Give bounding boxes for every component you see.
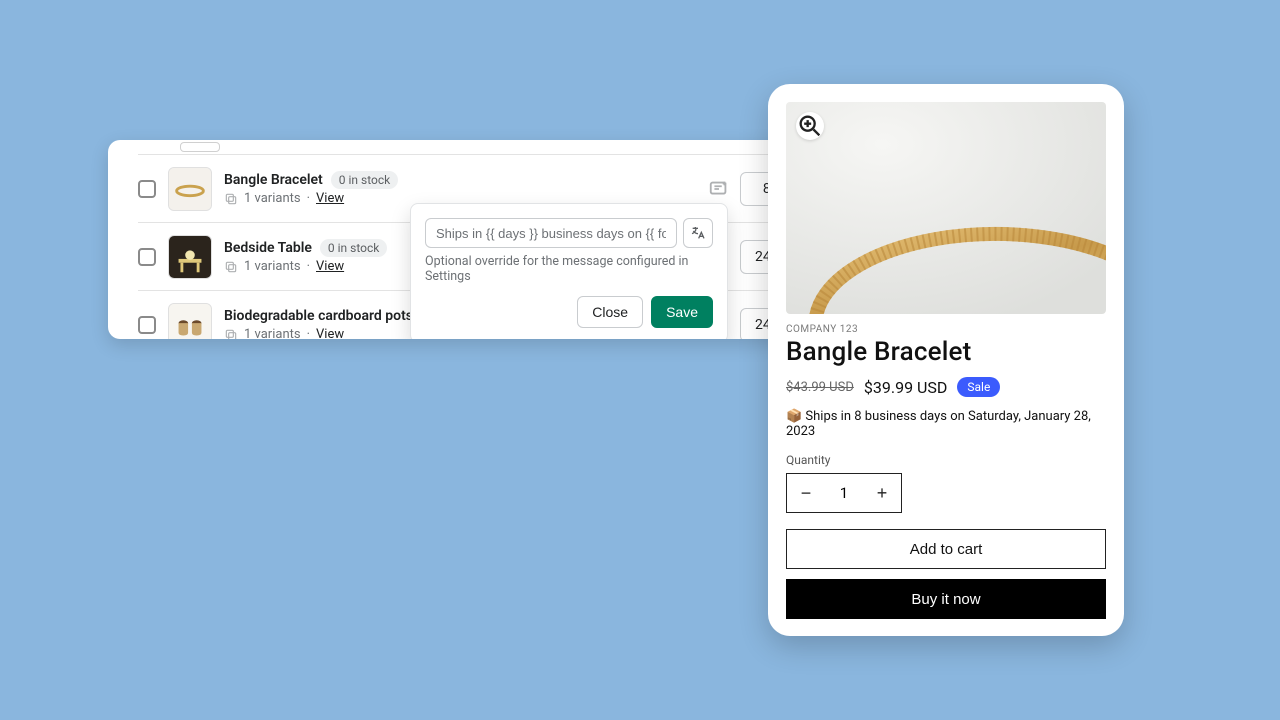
message-override-popover: Optional override for the message config… (410, 203, 728, 339)
popover-help-text: Optional override for the message config… (425, 254, 713, 284)
add-to-cart-button[interactable]: Add to cart (786, 529, 1106, 569)
product-hero-image (786, 102, 1106, 314)
buy-now-button[interactable]: Buy it now (786, 579, 1106, 619)
stock-badge: 0 in stock (331, 171, 398, 189)
product-name: Biodegradable cardboard pots (224, 308, 413, 324)
select-checkbox[interactable] (138, 180, 156, 198)
view-link[interactable]: View (316, 191, 344, 206)
separator-dot: · (307, 259, 310, 274)
variants-text: 1 variants (244, 259, 301, 274)
variants-text: 1 variants (244, 191, 301, 206)
brand-label: COMPANY 123 (786, 324, 1106, 335)
separator-dot: · (307, 191, 310, 206)
quantity-value: 1 (825, 474, 863, 512)
storefront-preview: COMPANY 123 Bangle Bracelet $43.99 USD $… (768, 84, 1124, 636)
variants-icon (224, 328, 238, 340)
translate-button[interactable] (683, 218, 713, 248)
variants-icon (224, 192, 238, 206)
sale-badge: Sale (957, 377, 1000, 397)
price: $39.99 USD (864, 378, 948, 397)
quantity-label: Quantity (786, 453, 1106, 467)
message-override-input[interactable] (425, 218, 677, 248)
select-checkbox[interactable] (138, 248, 156, 266)
zoom-icon[interactable] (796, 112, 824, 140)
compare-at-price: $43.99 USD (786, 380, 854, 395)
view-link[interactable]: View (316, 327, 344, 339)
product-name: Bangle Bracelet (224, 172, 323, 188)
product-name: Bedside Table (224, 240, 312, 256)
select-checkbox[interactable] (138, 316, 156, 334)
variants-icon (224, 260, 238, 274)
product-thumbnail (168, 167, 212, 211)
close-button[interactable]: Close (577, 296, 643, 328)
variants-text: 1 variants (244, 327, 301, 339)
separator-dot: · (307, 327, 310, 339)
save-button[interactable]: Save (651, 296, 713, 328)
quantity-increase[interactable]: + (863, 474, 901, 512)
quantity-stepper: − 1 + (786, 473, 902, 513)
product-thumbnail (168, 235, 212, 279)
shipping-message: 📦 Ships in 8 business days on Saturday, … (786, 409, 1106, 439)
product-thumbnail (168, 303, 212, 340)
product-title: Bangle Bracelet (786, 337, 1106, 367)
view-link[interactable]: View (316, 259, 344, 274)
quantity-decrease[interactable]: − (787, 474, 825, 512)
stock-badge: 0 in stock (320, 239, 387, 257)
message-icon[interactable] (708, 178, 730, 200)
